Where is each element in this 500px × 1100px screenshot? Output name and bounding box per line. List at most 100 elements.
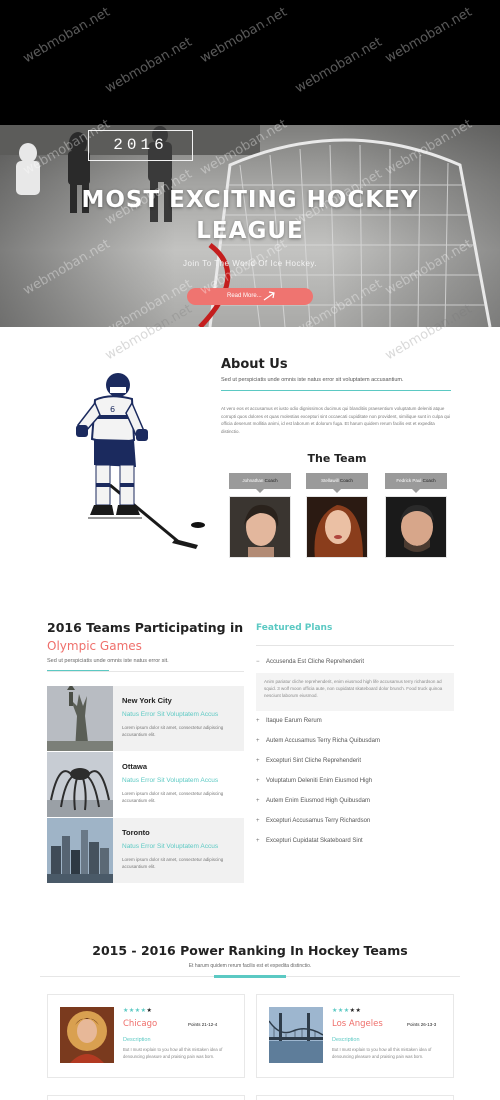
- team-member-card[interactable]: Johnathan Coach: [229, 473, 291, 558]
- rating-stars: ★★★★★: [123, 1007, 152, 1014]
- plus-icon: +: [256, 818, 260, 824]
- team-member-photo: [306, 496, 368, 558]
- about-section: 6 About Us Sed ut perspiciatis unde omni…: [0, 327, 500, 595]
- plan-accordion-item[interactable]: + Excepturi Sint Cliche Reprehenderit: [256, 758, 454, 764]
- city-description: Lorem ipsum dolor sit amet, consectetur …: [122, 857, 224, 869]
- team-member-role: Coach: [264, 478, 278, 483]
- plan-accordion-body: Anim pariatur cliche reprehenderit, enim…: [256, 673, 454, 711]
- plan-item-label: Voluptatum Deleniti Enim Eiusmod High: [266, 778, 373, 784]
- read-more-label: Read More...: [227, 293, 262, 299]
- city-subtitle[interactable]: Natus Error Sit Voluptatem Accus: [122, 777, 218, 784]
- team-member-photo: [229, 496, 291, 558]
- plus-icon: +: [256, 798, 260, 804]
- spider-sculpture-image: [47, 752, 113, 817]
- star-filled-icon: ★★★★: [123, 1008, 147, 1014]
- hockey-player-image: 6: [76, 373, 205, 549]
- plan-accordion-item[interactable]: + Autem Enim Eiusmod High Quibusdam: [256, 798, 454, 804]
- ranking-section: 2015 - 2016 Power Ranking In Hockey Team…: [0, 895, 500, 1100]
- rating-stars: ★★★★★: [332, 1007, 361, 1014]
- city-name: Ottawa: [122, 762, 148, 771]
- teams-title: 2016 Teams Participating in: [47, 620, 244, 635]
- plus-icon: +: [256, 758, 260, 764]
- about-title: About Us: [221, 357, 288, 372]
- ranking-description-title: Description: [123, 1037, 151, 1043]
- plan-item-label: Autem Enim Eiusmod High Quibusdam: [266, 798, 371, 804]
- city-name: Toronto: [122, 828, 150, 837]
- read-more-button[interactable]: Read More...: [187, 288, 313, 305]
- ranking-accent-line: [214, 975, 286, 978]
- plus-icon: +: [256, 718, 260, 724]
- team-member-label: Stellawill Coach: [306, 473, 368, 493]
- team-member-name: Stellawill: [321, 478, 339, 483]
- svg-text:6: 6: [110, 405, 115, 414]
- team-title: The Team: [307, 452, 367, 465]
- teams-title-accent: Olympic Games: [47, 639, 142, 653]
- ranking-description: But I must explain to you how all this m…: [123, 1047, 223, 1059]
- city-row[interactable]: Ottawa Natus Error Sit Voluptatem Accus …: [47, 752, 244, 817]
- star-empty-icon: ★★: [349, 1008, 362, 1014]
- arrow-right-icon: [263, 291, 275, 301]
- city-row[interactable]: Toronto Natus Error Sit Voluptatem Accus…: [47, 818, 244, 883]
- ranking-card[interactable]: ★★★★★ Los Angeles Points 26-13-3 Descrip…: [256, 994, 454, 1078]
- hero-title-line2: LEAGUE: [196, 218, 304, 244]
- plan-accordion-item[interactable]: + Excepturi Cupidatat Skateboard Sint: [256, 838, 454, 844]
- star-filled-icon: ★★★: [332, 1008, 350, 1014]
- team-member-card[interactable]: Fedrick Paul Coach: [385, 473, 447, 558]
- ranking-card-partial: [47, 1095, 245, 1100]
- plus-icon: +: [256, 738, 260, 744]
- ranking-team-name: Los Angeles: [332, 1019, 383, 1029]
- team-member-label: Johnathan Coach: [229, 473, 291, 493]
- team-member-name: Fedrick Paul: [396, 478, 422, 483]
- ranking-points: Points 21-12-4: [188, 1022, 218, 1027]
- ranking-points: Points 26-13-3: [407, 1022, 437, 1027]
- plan-accordion-item[interactable]: + Excepturi Accusamus Terry Richardson: [256, 818, 454, 824]
- ranking-lead: Et harum quidem rerum facilis est et exp…: [188, 963, 312, 969]
- plan-accordion-item[interactable]: + Autem Accusamus Terry Richa Quibusdam: [256, 738, 454, 744]
- plan-accordion-item[interactable]: + Voluptatum Deleniti Enim Eiusmod High: [256, 778, 454, 784]
- city-description: Lorem ipsum dolor sit amet, consectetur …: [122, 725, 224, 737]
- city-row[interactable]: New York City Natus Error Sit Voluptatem…: [47, 686, 244, 751]
- plan-item-label: Excepturi Accusamus Terry Richardson: [266, 818, 371, 824]
- about-body: At vero eos et accusamus et iusto odio d…: [221, 406, 451, 434]
- year-badge: 2016: [88, 130, 193, 161]
- plan-item-label: Excepturi Sint Cliche Reprehenderit: [266, 758, 362, 764]
- team-crest-image: [60, 1007, 114, 1063]
- hero-subtitle: Join To The World Of Ice Hockey.: [182, 259, 318, 268]
- city-description: Lorem ipsum dolor sit amet, consectetur …: [122, 791, 224, 803]
- team-member-photo: [385, 496, 447, 558]
- about-lead: Sed ut perspiciatis unde omnis iste natu…: [221, 377, 404, 383]
- team-member-label: Fedrick Paul Coach: [385, 473, 447, 493]
- plan-item-label: Excepturi Cupidatat Skateboard Sint: [266, 838, 363, 844]
- plus-icon: +: [256, 778, 260, 784]
- ranking-description-title: Description: [332, 1037, 360, 1043]
- minus-icon: −: [256, 659, 260, 665]
- plan-item-label: Autem Accusamus Terry Richa Quibusdam: [266, 738, 380, 744]
- statue-of-liberty-image: [47, 686, 113, 751]
- ranking-description: But I must explain to you how all this m…: [332, 1047, 432, 1059]
- hero-banner: 2016 MOST EXCITING HOCKEY LEAGUE Join To…: [0, 125, 500, 327]
- ranking-card[interactable]: ★★★★★ Chicago Points 21-12-4 Description…: [47, 994, 245, 1078]
- team-member-role: Coach: [339, 478, 353, 483]
- ranking-card-partial: [256, 1095, 454, 1100]
- top-black-bar: [0, 0, 500, 125]
- bridge-image: [269, 1007, 323, 1063]
- team-member-role: Coach: [422, 478, 436, 483]
- toronto-skyline-image: [47, 818, 113, 883]
- team-member-card[interactable]: Stellawill Coach: [306, 473, 368, 558]
- city-subtitle[interactable]: Natus Error Sit Voluptatem Accus: [122, 843, 218, 850]
- ranking-team-name: Chicago: [123, 1019, 158, 1029]
- plans-title: Featured Plans: [256, 623, 333, 633]
- teams-section: 2016 Teams Participating in Olympic Game…: [0, 595, 500, 895]
- about-accent-line: [221, 390, 451, 391]
- plus-icon: +: [256, 838, 260, 844]
- hero-title: MOST EXCITING HOCKEY LEAGUE: [0, 185, 500, 247]
- teams-lead: Sed ut perspiciatis unde omnis iste natu…: [47, 658, 169, 664]
- plan-accordion-item[interactable]: + Itaque Earum Rerum: [256, 718, 454, 724]
- team-member-name: Johnathan: [242, 478, 264, 483]
- plan-item-label: Accusenda Est Cliche Reprehenderit: [266, 659, 365, 665]
- plan-accordion-item-open[interactable]: − Accusenda Est Cliche Reprehenderit: [256, 659, 454, 665]
- city-subtitle[interactable]: Natus Error Sit Voluptatem Accus: [122, 711, 218, 718]
- plan-item-label: Itaque Earum Rerum: [266, 718, 322, 724]
- teams-rule: [47, 671, 244, 672]
- ranking-title: 2015 - 2016 Power Ranking In Hockey Team…: [92, 943, 408, 958]
